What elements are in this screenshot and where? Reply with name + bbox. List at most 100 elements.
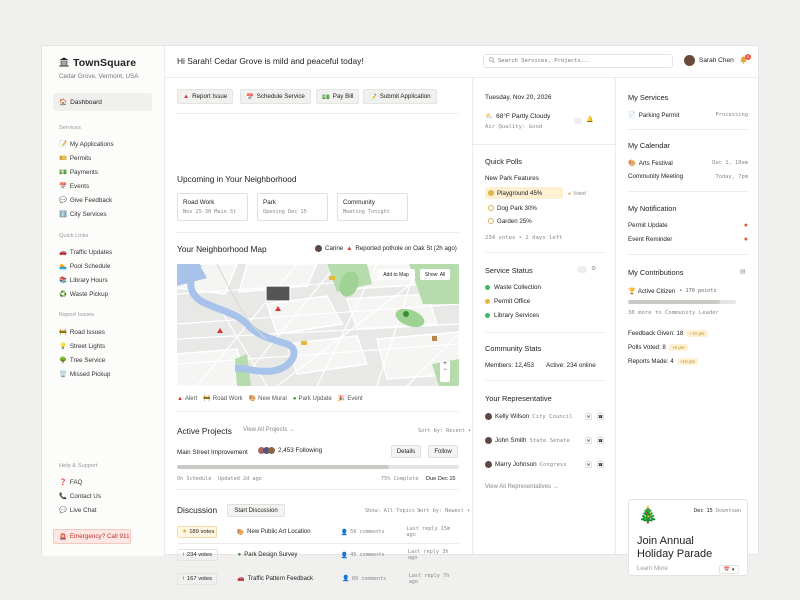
sidebar-item-waste-pickup[interactable]: ♻️ Waste Pickup xyxy=(59,287,112,301)
search-input[interactable] xyxy=(498,58,668,64)
neighborhood-card-road-work[interactable]: Road Work Nov 25-30 Main St xyxy=(177,193,248,221)
zoom-out-button[interactable]: − xyxy=(440,367,450,373)
poll-meta: 234 votes • 2 days left xyxy=(485,235,563,241)
pay-bill-button[interactable]: 💵 Pay Bill xyxy=(316,89,360,104)
sidebar-item-events[interactable]: 📅 Events xyxy=(59,179,114,193)
vote-button[interactable]: ★ 189 votes xyxy=(177,526,217,538)
calendar-icon: 📅 xyxy=(723,566,730,573)
poll-option-dog-park[interactable]: Dog Park 30% xyxy=(485,202,605,214)
calendar-row[interactable]: 🎨 Arts Festival Dec 1, 10am xyxy=(628,159,748,168)
contribution-progress-fill xyxy=(628,300,720,304)
phone-icon[interactable]: ☎ xyxy=(597,413,604,420)
sidebar-item-missed-pickup[interactable]: 🗑️ Missed Pickup xyxy=(59,367,110,381)
notification-row[interactable]: Event Reminder ● xyxy=(628,236,748,243)
sidebar-item-payments[interactable]: 💵 Payments xyxy=(59,165,114,179)
project-name: Main Street Improvement xyxy=(177,449,248,456)
vote-button[interactable]: ↑ 234 votes xyxy=(177,549,218,561)
contribution-row: Feedback Given: 18 +10 pts xyxy=(628,330,748,337)
view-all-reps-link[interactable]: View All Representatives → xyxy=(485,484,559,490)
poll-option-garden[interactable]: Garden 25% xyxy=(485,215,605,227)
representatives-title: Your Representative xyxy=(485,394,552,403)
contribution-row: Reports Made: 4 +15 pts xyxy=(628,358,748,365)
phone-icon[interactable]: ☎ xyxy=(597,461,604,468)
notification-row[interactable]: Permit Update ● xyxy=(628,222,748,229)
email-icon[interactable]: ✉ xyxy=(585,437,592,444)
status-dot-icon xyxy=(485,285,490,290)
rep-row[interactable]: John Smith State Senate ✉ ☎ xyxy=(485,437,605,444)
unread-dot-icon: ● xyxy=(743,236,748,243)
siren-icon: 🚨 xyxy=(59,533,67,541)
discussion-row[interactable]: ★ 189 votes 🎨 New Public Art Location 👤 5… xyxy=(177,521,459,544)
document-icon: 📝 xyxy=(369,93,377,101)
learn-more-link[interactable]: Learn More xyxy=(637,566,668,572)
sidebar-item-give-feedback[interactable]: 💬 Give Feedback xyxy=(59,193,114,207)
weather-toggle[interactable] xyxy=(574,118,582,124)
discussion-row[interactable]: ↑ 234 votes ● Park Design Survey 👤 45 com… xyxy=(177,544,459,567)
poll-option-playground[interactable]: Playground 45% xyxy=(485,187,563,199)
rep-row[interactable]: Marry Johnson Congress ✉ ☎ xyxy=(485,461,605,468)
brand[interactable]: TownSquare xyxy=(59,57,136,69)
sidebar-item-road-issues[interactable]: 🚧 Road Issues xyxy=(59,325,110,339)
settings-icon[interactable]: ⚙ xyxy=(591,265,596,272)
service-status-toggle[interactable] xyxy=(577,266,587,273)
search-box[interactable] xyxy=(483,54,673,68)
email-icon[interactable]: ✉ xyxy=(585,461,592,468)
legend-road-work: 🚧 Road Work xyxy=(203,395,243,403)
project-complete: 75% Complete xyxy=(381,476,419,482)
avatar xyxy=(315,245,322,252)
help-list: ❓ FAQ 📞 Contact Us 💬 Live Chat xyxy=(59,475,101,517)
emergency-button[interactable]: 🚨 Emergency? Call 911 xyxy=(53,529,131,544)
event-promo-card[interactable]: 🎄 Dec 15 Downtown Join Annual Holiday Pa… xyxy=(628,499,748,576)
sidebar-item-pool-schedule[interactable]: 🏊 Pool Schedule xyxy=(59,259,112,273)
details-button[interactable]: Details xyxy=(391,445,421,458)
submit-application-button[interactable]: 📝 Submit Application xyxy=(363,89,437,104)
sidebar-item-traffic-updates[interactable]: 🚗 Traffic Updates xyxy=(59,245,112,259)
event-actions[interactable]: 📅 ▾ xyxy=(719,565,739,574)
discussion-sort-dropdown[interactable]: Sort by: Newest ▾ xyxy=(417,508,470,514)
discussion-filter-dropdown[interactable]: Show: All Topics ▾ xyxy=(365,508,421,514)
schedule-service-button[interactable]: 📅 Schedule Service xyxy=(240,89,311,104)
clipboard-icon[interactable]: ▤ xyxy=(740,268,746,275)
projects-sort-dropdown[interactable]: Sort by: Recent ▾ xyxy=(418,428,471,434)
neighborhood-map[interactable]: Add to Map Show: All + − xyxy=(177,264,459,386)
members-count: Members: 12,453 xyxy=(485,362,535,369)
report-issue-button[interactable]: ▲ Report Issue xyxy=(177,89,234,104)
contribution-row: Polls Voted: 8 +5 pts xyxy=(628,344,748,351)
sidebar-item-city-services[interactable]: ℹ️ City Services xyxy=(59,207,114,221)
sidebar-item-live-chat[interactable]: 💬 Live Chat xyxy=(59,503,101,517)
divider xyxy=(177,411,459,412)
sidebar-item-contact-us[interactable]: 📞 Contact Us xyxy=(59,489,101,503)
sidebar-item-library-hours[interactable]: 📚 Library Hours xyxy=(59,273,112,287)
report-issues-group-title: Report Issues xyxy=(59,312,95,318)
bell-icon[interactable]: 🔔 xyxy=(586,116,593,123)
service-row[interactable]: 📄 Parking Permit Processing xyxy=(628,111,748,120)
add-to-map-button[interactable]: Add to Map xyxy=(377,269,415,280)
divider xyxy=(628,129,748,130)
calendar-row[interactable]: Community Meeting Today, 7pm xyxy=(628,173,748,180)
sidebar-item-my-applications[interactable]: 📝 My Applications xyxy=(59,137,114,151)
start-discussion-button[interactable]: Start Discussion xyxy=(227,504,285,517)
rep-row[interactable]: Kelly Wilson City Council ✉ ☎ xyxy=(485,413,605,420)
discussion-row[interactable]: ↑ 167 votes 🚗 Traffic Pattern Feedback 👤 … xyxy=(177,567,459,590)
services-group-title: Services xyxy=(59,125,81,131)
service-permit-office: Permit Office xyxy=(485,298,530,305)
sidebar-item-street-lights[interactable]: 💡 Street Lights xyxy=(59,339,110,353)
partly-cloudy-icon: ⛅ xyxy=(485,113,494,120)
app-window: TownSquare Cedar Grove, Vermont, USA 🏠 D… xyxy=(41,45,760,585)
sidebar-item-permits[interactable]: 🎫 Permits xyxy=(59,151,114,165)
follow-button[interactable]: Follow xyxy=(428,445,458,458)
air-quality: Air Quality: Good xyxy=(485,124,543,130)
sidebar-item-faq[interactable]: ❓ FAQ xyxy=(59,475,101,489)
email-icon[interactable]: ✉ xyxy=(585,413,592,420)
neighborhood-card-park[interactable]: Park Opening Dec 15 xyxy=(257,193,328,221)
neighborhood-card-community[interactable]: Community Meeting Tonight xyxy=(337,193,408,221)
sidebar-item-dashboard[interactable]: 🏠 Dashboard xyxy=(53,93,152,111)
vote-button[interactable]: ↑ 167 votes xyxy=(177,572,218,585)
user-menu[interactable]: Sarah Chen xyxy=(684,55,734,66)
calendar-title: My Calendar xyxy=(628,141,670,150)
view-all-projects-link[interactable]: View All Projects → xyxy=(243,427,295,433)
phone-icon[interactable]: ☎ xyxy=(597,437,604,444)
sidebar-item-tree-service[interactable]: 🌳 Tree Service xyxy=(59,353,110,367)
brand-location: Cedar Grove, Vermont, USA xyxy=(59,73,139,80)
map-filter-dropdown[interactable]: Show: All xyxy=(420,269,450,280)
